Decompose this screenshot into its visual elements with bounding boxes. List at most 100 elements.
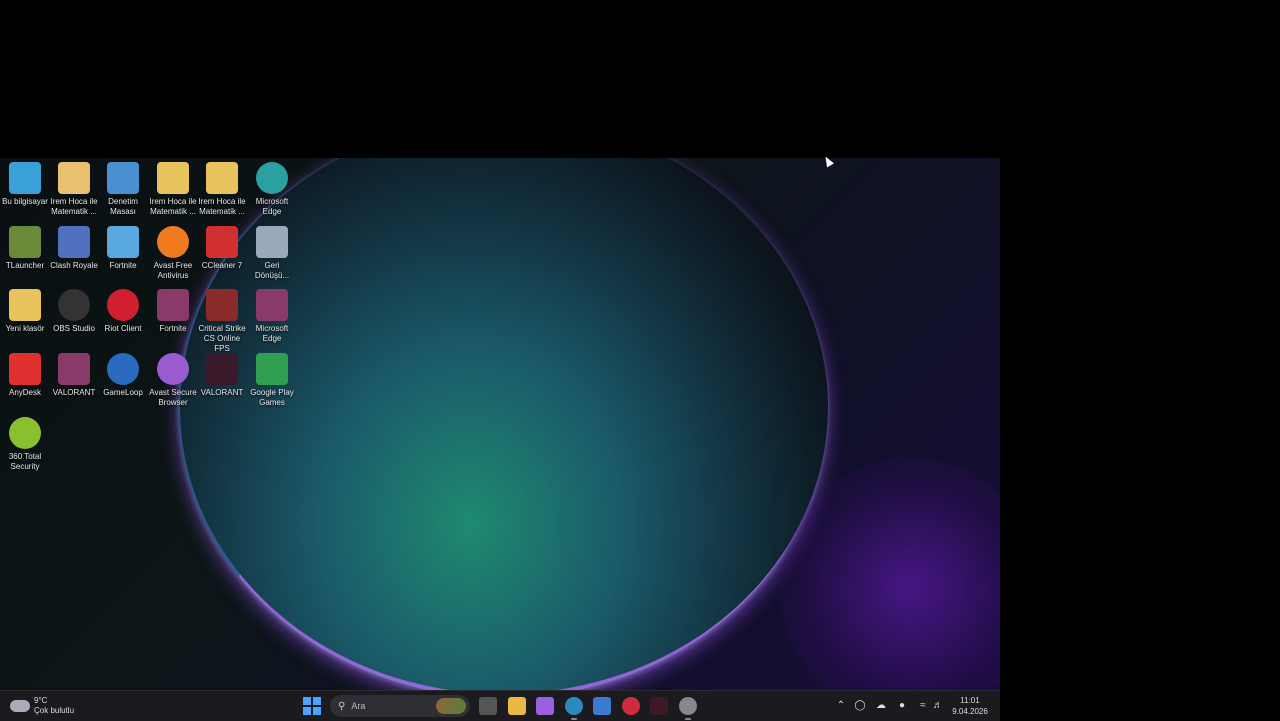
desktop-icon-label: Avast Secure Browser: [149, 388, 197, 407]
desktop-icon[interactable]: Clash Royale: [49, 224, 99, 271]
screen: Bu bilgisayar Irem Hoca ile Matematik ...…: [0, 0, 1280, 721]
taskbar-app-app-red[interactable]: [622, 697, 640, 715]
desktop-icon-label: OBS Studio: [53, 324, 95, 333]
desktop-icon[interactable]: Riot Client: [98, 287, 148, 334]
desktop-icon[interactable]: AnyDesk: [0, 351, 50, 398]
taskbar-app-mail[interactable]: [593, 697, 611, 715]
anime-avatar-icon: [58, 162, 90, 194]
chevron-up-icon[interactable]: ⌃: [835, 699, 847, 713]
desktop-icon[interactable]: CCleaner 7: [197, 224, 247, 271]
desktop-icon[interactable]: Yeni klasör: [0, 287, 50, 334]
desktop-icon-label: AnyDesk: [8, 388, 41, 397]
critical-strike-icon: [206, 289, 238, 321]
windows-logo-pane: [313, 707, 321, 715]
desktop-icon-label: Bu bilgisayar: [2, 197, 48, 206]
desktop-icon[interactable]: Denetim Masası: [98, 160, 148, 217]
desktop-icon[interactable]: TLauncher: [0, 224, 50, 271]
desktop-icon[interactable]: VALORANT: [197, 351, 247, 398]
windows-logo-pane: [313, 697, 321, 705]
edge-icon: [256, 162, 288, 194]
microphone-icon[interactable]: ●: [896, 699, 908, 713]
desktop-icon-label: Riot Client: [104, 324, 142, 333]
desktop-icon[interactable]: 360 Total Security: [0, 415, 50, 472]
desktop-icon-label: TLauncher: [5, 261, 45, 270]
desktop-icon-label: Fortnite: [159, 324, 187, 333]
gameloop-icon: [107, 353, 139, 385]
taskbar-app-edge[interactable]: [565, 697, 583, 720]
winrar-icon: [256, 289, 288, 321]
winrar-icon: [58, 353, 90, 385]
windows-logo-icon: [303, 697, 311, 705]
taskbar-app-valorant[interactable]: [650, 697, 668, 715]
desktop-icon-label: Geri Dönüşü...: [254, 261, 290, 280]
desktop-icon-label: Microsoft Edge: [255, 197, 289, 216]
monitor-icon: [9, 162, 41, 194]
fortnite-icon: [107, 226, 139, 258]
desktop-icon-label: VALORANT: [200, 388, 244, 397]
taskbar-search[interactable]: ⚲ Ara: [330, 695, 470, 717]
folder-icon: [206, 162, 238, 194]
desktop-wallpaper[interactable]: Bu bilgisayar Irem Hoca ile Matematik ...…: [0, 158, 1000, 690]
desktop-icon-label: Clash Royale: [50, 261, 98, 270]
avast-icon: [157, 226, 189, 258]
play-games-icon: [256, 353, 288, 385]
desktop-icon-label: Denetim Masası: [108, 197, 138, 216]
desktop-icon-label: CCleaner 7: [201, 261, 243, 270]
desktop-icon[interactable]: Irem Hoca ile Matematik ...: [49, 160, 99, 217]
clock[interactable]: 11:01 9.04.2026: [948, 695, 992, 717]
desktop-icon-label: Avast Free Antivirus: [153, 261, 193, 280]
desktop-icon[interactable]: Fortnite: [148, 287, 198, 334]
volume-icon[interactable]: ♬: [932, 699, 944, 713]
desktop-icon[interactable]: Avast Free Antivirus: [148, 224, 198, 281]
desktop-icon[interactable]: Microsoft Edge: [247, 287, 297, 344]
search-icon: ⚲: [338, 700, 346, 712]
desktop-icon-label: 360 Total Security: [8, 452, 42, 471]
desktop-icon[interactable]: Bu bilgisayar: [0, 160, 50, 207]
anydesk-icon: [9, 353, 41, 385]
cloud-sync-icon[interactable]: ☁: [875, 699, 887, 713]
desktop-icon-label: Google Play Games: [250, 388, 294, 407]
windows-logo-pane: [303, 707, 311, 715]
weather-widget[interactable]: 9°C Çok bulutlu: [10, 695, 74, 717]
desktop-icon[interactable]: Fortnite: [98, 224, 148, 271]
taskbar: 9°C Çok bulutlu ⚲ Ara ⌃ ◯ ☁ ● ≈ ♬ 11:01 …: [0, 690, 1000, 721]
desktop-icon[interactable]: Critical Strike CS Online FPS: [197, 287, 247, 354]
start-button[interactable]: [303, 697, 321, 715]
taskbar-app-task-view[interactable]: [479, 697, 497, 715]
desktop-icon-label: Critical Strike CS Online FPS: [198, 324, 246, 353]
desktop-icon[interactable]: Google Play Games: [247, 351, 297, 408]
desktop-icon-label: Irem Hoca ile Matematik ...: [198, 197, 246, 216]
clock-time: 11:01: [960, 696, 980, 705]
desktop-icon[interactable]: OBS Studio: [49, 287, 99, 334]
taskbar-app-file-explorer[interactable]: [508, 697, 526, 715]
search-placeholder: Ara: [351, 701, 366, 711]
clash-royale-icon: [58, 226, 90, 258]
desktop-icon[interactable]: GameLoop: [98, 351, 148, 398]
tray-app-icon[interactable]: ◯: [854, 699, 866, 713]
clock-date: 9.04.2026: [952, 707, 988, 716]
cloud-icon: [10, 700, 30, 712]
desktop-icon-label: Irem Hoca ile Matematik ...: [149, 197, 197, 216]
search-highlight-image: [436, 698, 466, 714]
avast-browser-icon: [157, 353, 189, 385]
desktop-icon-label: Irem Hoca ile Matematik ...: [50, 197, 98, 216]
desktop-icon[interactable]: Avast Secure Browser: [148, 351, 198, 408]
desktop-icon[interactable]: Microsoft Edge: [247, 160, 297, 217]
ccleaner-icon: [206, 226, 238, 258]
desktop-icon[interactable]: Geri Dönüşü...: [247, 224, 297, 281]
desktop-icon[interactable]: VALORANT: [49, 351, 99, 398]
weather-condition: Çok bulutlu: [34, 706, 75, 715]
valorant-icon: [206, 353, 238, 385]
minecraft-block-icon: [9, 226, 41, 258]
taskbar-app-copilot[interactable]: [536, 697, 554, 715]
recycle-bin-icon: [256, 226, 288, 258]
taskbar-app-chrome[interactable]: [679, 697, 697, 720]
desktop-icon[interactable]: Irem Hoca ile Matematik ...: [197, 160, 247, 217]
desktop-icon[interactable]: Irem Hoca ile Matematik ...: [148, 160, 198, 217]
wifi-icon[interactable]: ≈: [917, 699, 929, 713]
obs-icon: [58, 289, 90, 321]
riot-icon: [107, 289, 139, 321]
desktop-icon-label: Fortnite: [109, 261, 137, 270]
desktop-icon-label: Microsoft Edge: [255, 324, 289, 343]
folder-icon: [157, 162, 189, 194]
